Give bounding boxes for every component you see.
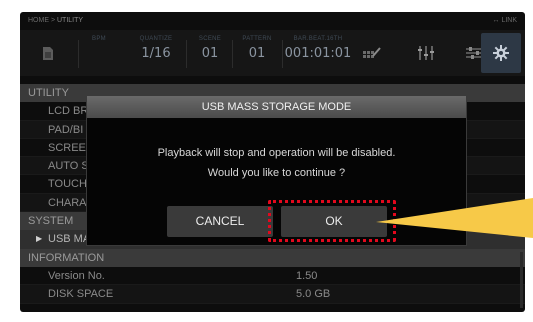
callout-pointer — [376, 198, 533, 238]
